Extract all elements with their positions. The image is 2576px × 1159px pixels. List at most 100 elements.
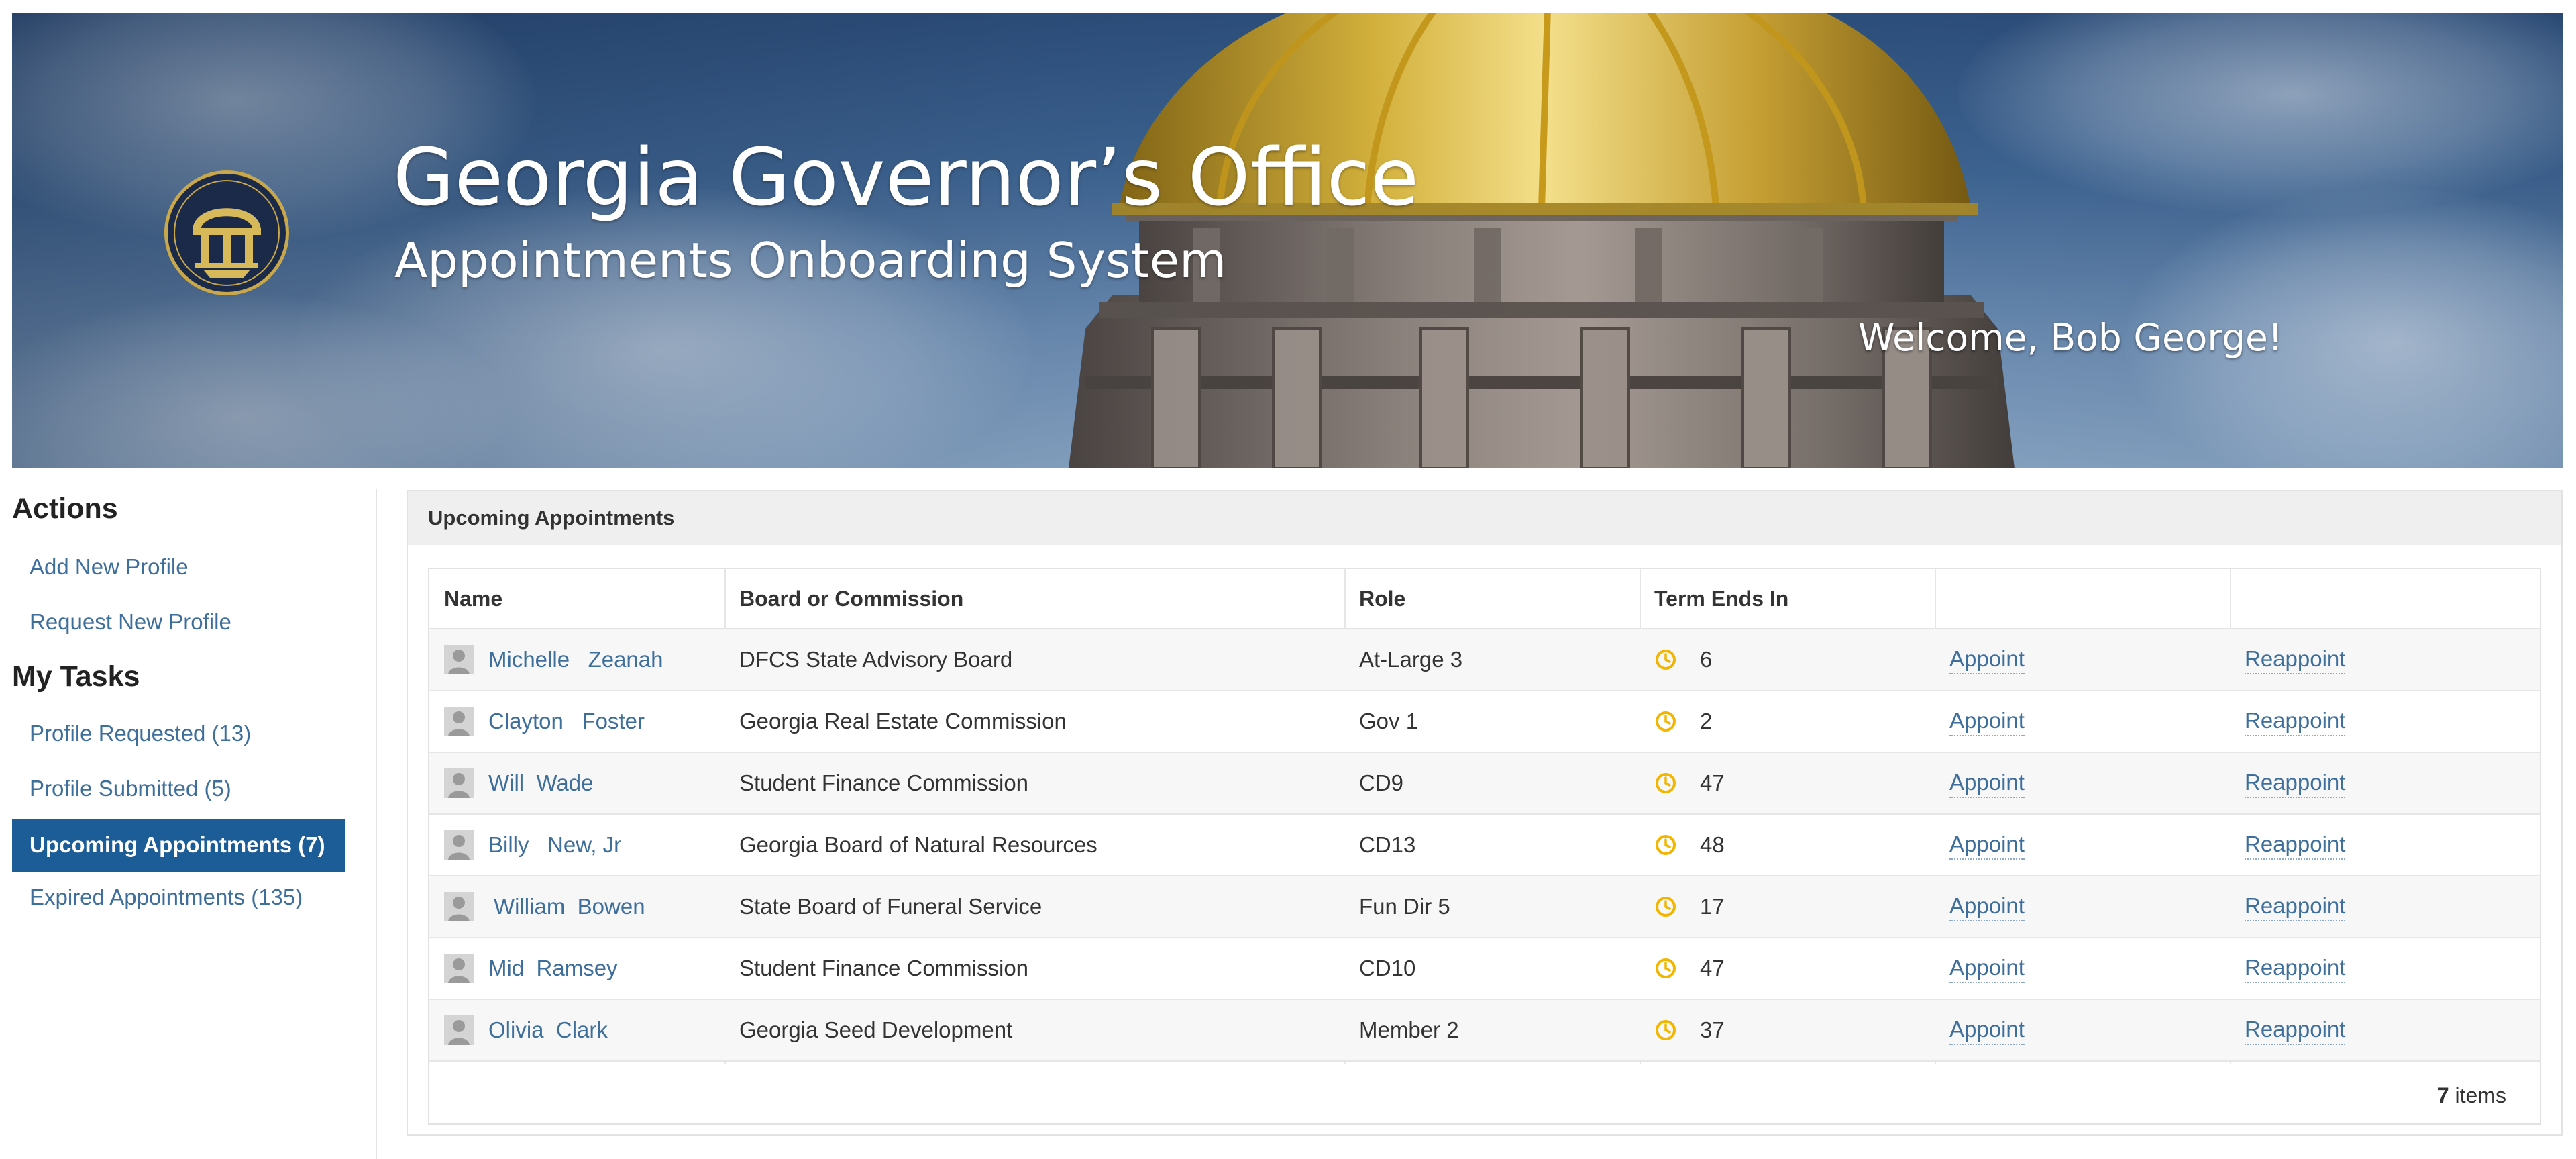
person-first-name[interactable]: Mid bbox=[488, 956, 524, 981]
role-cell: CD10 bbox=[1359, 956, 1416, 980]
app-subtitle: Appointments Onboarding System bbox=[394, 232, 1227, 289]
items-count-label: items bbox=[2449, 1083, 2506, 1107]
person-last-name[interactable]: New, Jr bbox=[547, 832, 621, 858]
appoint-cell: Appoint bbox=[1949, 876, 2025, 937]
appoint-cell: Appoint bbox=[1949, 1000, 2025, 1060]
term-cell: 17 bbox=[1654, 876, 1725, 937]
clock-icon bbox=[1656, 1020, 1676, 1040]
person-first-name[interactable]: Will bbox=[488, 770, 524, 796]
appoint-cell: Appoint bbox=[1949, 815, 2025, 875]
app-title: Georgia Governor’s Office bbox=[393, 131, 1419, 223]
board-cell: Georgia Seed Development bbox=[739, 1017, 1013, 1042]
term-cell: 6 bbox=[1654, 629, 1712, 690]
role-cell: Member 2 bbox=[1359, 1017, 1459, 1042]
appoint-link[interactable]: Appoint bbox=[1949, 707, 2025, 736]
person-icon bbox=[444, 1015, 474, 1045]
reappoint-link[interactable]: Reappoint bbox=[2245, 954, 2346, 983]
name-cell: Olivia Clark bbox=[444, 1000, 608, 1060]
sidebar-divider bbox=[376, 489, 377, 1159]
name-cell: Billy New, Jr bbox=[444, 815, 621, 875]
person-first-name[interactable]: Michelle bbox=[488, 647, 570, 672]
sidebar-item-expired-appointments[interactable]: Expired Appointments (135) bbox=[30, 885, 303, 910]
appoint-link[interactable]: Appoint bbox=[1949, 645, 2025, 674]
person-icon bbox=[444, 892, 474, 921]
role-cell: At-Large 3 bbox=[1359, 647, 1463, 672]
board-cell: Student Finance Commission bbox=[739, 956, 1029, 980]
georgia-seal-icon bbox=[164, 170, 289, 295]
term-value: 47 bbox=[1700, 770, 1725, 795]
term-cell: 48 bbox=[1654, 815, 1725, 875]
appoint-cell: Appoint bbox=[1949, 629, 2025, 690]
appoint-link[interactable]: Appoint bbox=[1949, 768, 2025, 798]
role-cell: CD13 bbox=[1359, 832, 1416, 857]
person-last-name[interactable]: Foster bbox=[582, 709, 645, 734]
sidebar: Actions Add New Profile Request New Prof… bbox=[12, 485, 374, 1159]
reappoint-cell: Reappoint bbox=[2245, 753, 2346, 813]
items-count-number: 7 bbox=[2436, 1083, 2449, 1107]
page-root: Georgia Governor’s Office Appointments O… bbox=[0, 0, 2576, 1159]
board-cell: Georgia Board of Natural Resources bbox=[739, 832, 1097, 857]
term-value: 37 bbox=[1700, 1017, 1725, 1042]
sidebar-item-profile-requested[interactable]: Profile Requested (13) bbox=[30, 721, 251, 746]
reappoint-link[interactable]: Reappoint bbox=[2245, 892, 2346, 921]
person-first-name[interactable]: Clayton bbox=[488, 709, 564, 734]
column-header-role[interactable]: Role bbox=[1359, 569, 1405, 628]
add-new-profile-link[interactable]: Add New Profile bbox=[30, 554, 189, 580]
person-last-name[interactable]: Bowen bbox=[578, 894, 645, 919]
term-value: 6 bbox=[1700, 647, 1713, 672]
appoint-link[interactable]: Appoint bbox=[1949, 954, 2025, 983]
term-cell: 2 bbox=[1654, 691, 1712, 752]
column-header-term-ends-in[interactable]: Term Ends In bbox=[1654, 569, 1788, 628]
panel-title: Upcoming Appointments bbox=[428, 506, 675, 530]
table-row: Clayton Foster Georgia Real Estate Commi… bbox=[429, 691, 2540, 753]
request-new-profile-link[interactable]: Request New Profile bbox=[30, 609, 231, 635]
table-row: Olivia Clark Georgia Seed Development Me… bbox=[429, 1000, 2540, 1062]
person-last-name[interactable]: Ramsey bbox=[537, 956, 618, 981]
table-row: Will Wade Student Finance Commission CD9… bbox=[429, 753, 2540, 815]
reappoint-cell: Reappoint bbox=[2245, 938, 2346, 999]
person-first-name[interactable]: Olivia bbox=[488, 1017, 544, 1043]
sidebar-item-profile-submitted[interactable]: Profile Submitted (5) bbox=[30, 776, 231, 801]
reappoint-link[interactable]: Reappoint bbox=[2245, 768, 2346, 798]
clock-icon bbox=[1656, 835, 1676, 855]
role-cell: CD9 bbox=[1359, 770, 1404, 795]
items-count: 7 items bbox=[2437, 1083, 2506, 1108]
sidebar-item-upcoming-appointments[interactable]: Upcoming Appointments (7) bbox=[12, 819, 345, 872]
table-row: Billy New, Jr Georgia Board of Natural R… bbox=[429, 815, 2540, 876]
reappoint-link[interactable]: Reappoint bbox=[2245, 645, 2346, 674]
reappoint-link[interactable]: Reappoint bbox=[2245, 707, 2346, 736]
appoint-cell: Appoint bbox=[1949, 938, 2025, 999]
my-tasks-heading: My Tasks bbox=[12, 660, 140, 693]
person-last-name[interactable]: Zeanah bbox=[588, 647, 663, 672]
header-banner: Georgia Governor’s Office Appointments O… bbox=[12, 13, 2563, 468]
column-header-name[interactable]: Name bbox=[444, 569, 502, 628]
person-first-name[interactable]: Billy bbox=[488, 832, 529, 858]
person-first-name[interactable]: William bbox=[494, 894, 565, 919]
appoint-link[interactable]: Appoint bbox=[1949, 830, 2025, 860]
name-cell: William Bowen bbox=[444, 876, 645, 937]
table-row: Michelle Zeanah DFCS State Advisory Boar… bbox=[429, 629, 2540, 691]
grid-header-row: Name Board or Commission Role Term Ends … bbox=[429, 569, 2540, 629]
table-row: Mid Ramsey Student Finance Commission CD… bbox=[429, 938, 2540, 1000]
reappoint-cell: Reappoint bbox=[2245, 876, 2346, 937]
appoint-link[interactable]: Appoint bbox=[1949, 1015, 2025, 1045]
appoint-link[interactable]: Appoint bbox=[1949, 892, 2025, 921]
role-cell: Fun Dir 5 bbox=[1359, 894, 1450, 919]
term-value: 48 bbox=[1700, 832, 1725, 857]
clock-icon bbox=[1656, 958, 1676, 978]
grid-footer: 7 items bbox=[429, 1064, 2540, 1123]
reappoint-link[interactable]: Reappoint bbox=[2245, 830, 2346, 860]
person-last-name[interactable]: Clark bbox=[556, 1017, 608, 1043]
reappoint-cell: Reappoint bbox=[2245, 1000, 2346, 1060]
table-row: William Bowen State Board of Funeral Ser… bbox=[429, 876, 2540, 938]
term-cell: 47 bbox=[1654, 753, 1725, 813]
clock-icon bbox=[1656, 897, 1676, 917]
panel-header: Upcoming Appointments bbox=[408, 491, 2561, 545]
term-cell: 47 bbox=[1654, 938, 1725, 999]
person-last-name[interactable]: Wade bbox=[537, 770, 594, 796]
column-header-board[interactable]: Board or Commission bbox=[739, 569, 963, 628]
reappoint-link[interactable]: Reappoint bbox=[2245, 1015, 2346, 1045]
welcome-message: Welcome, Bob George! bbox=[1858, 316, 2283, 359]
appoint-cell: Appoint bbox=[1949, 691, 2025, 752]
term-value: 17 bbox=[1700, 894, 1725, 919]
